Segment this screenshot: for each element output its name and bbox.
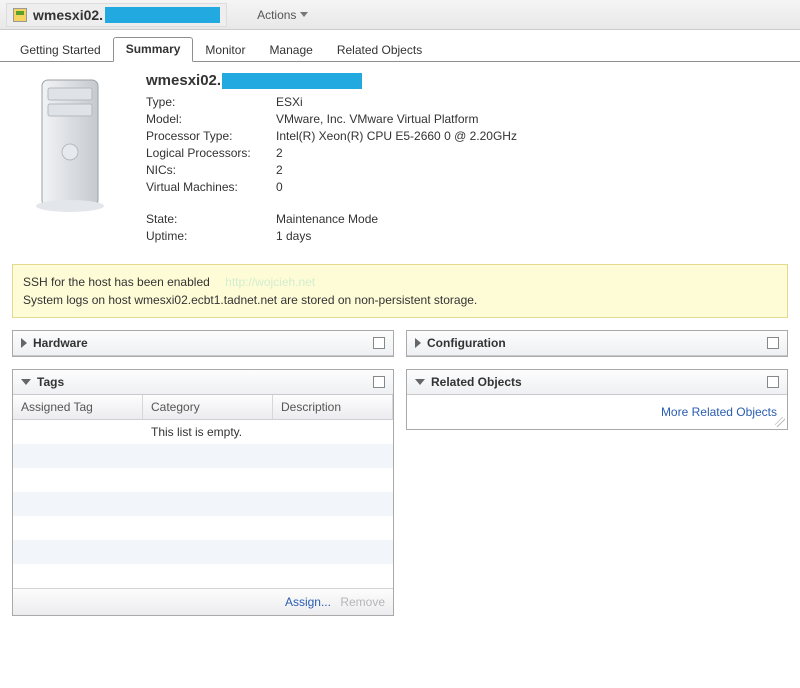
panel-hardware: Hardware <box>12 330 394 357</box>
resize-grip-icon[interactable] <box>775 417 785 427</box>
maximize-icon[interactable] <box>373 376 385 388</box>
panel-hardware-header[interactable]: Hardware <box>13 331 393 356</box>
collapse-icon <box>415 379 425 385</box>
tabs-bar: Getting Started Summary Monitor Manage R… <box>0 32 800 62</box>
host-icon <box>13 8 27 22</box>
table-row <box>13 444 393 468</box>
left-column: Hardware Tags Assigned Tag Category Desc… <box>12 330 394 616</box>
table-row <box>13 540 393 564</box>
table-row <box>13 564 393 588</box>
table-row: This list is empty. <box>13 420 393 444</box>
tags-footer: Assign... Remove <box>13 588 393 615</box>
value-state: Maintenance Mode <box>276 212 378 226</box>
table-row <box>13 492 393 516</box>
tab-related-objects[interactable]: Related Objects <box>325 39 434 62</box>
value-vms: 0 <box>276 180 283 194</box>
col-category[interactable]: Category <box>143 395 273 419</box>
warning-line-1: SSH for the host has been enabled <box>23 275 210 289</box>
maximize-icon[interactable] <box>373 337 385 349</box>
watermark-text: http://wojcieh.net <box>225 275 315 289</box>
panel-tags-header[interactable]: Tags <box>13 370 393 395</box>
panel-related-objects-header[interactable]: Related Objects <box>407 370 787 395</box>
panel-hardware-title: Hardware <box>33 336 88 350</box>
related-objects-body: More Related Objects <box>407 395 787 429</box>
tags-empty-text: This list is empty. <box>143 425 273 439</box>
maximize-icon[interactable] <box>767 376 779 388</box>
collapse-icon <box>21 379 31 385</box>
panel-related-objects: Related Objects More Related Objects <box>406 369 788 430</box>
remove-link: Remove <box>340 595 385 609</box>
label-model: Model: <box>146 112 276 126</box>
host-title: wmesxi02. <box>6 3 227 27</box>
col-description[interactable]: Description <box>273 395 393 419</box>
warning-banner: SSH for the host has been enabled http:/… <box>12 264 788 318</box>
tags-header-row: Assigned Tag Category Description <box>13 395 393 420</box>
value-uptime: 1 days <box>276 229 311 243</box>
label-state: State: <box>146 212 276 226</box>
summary-content: wmesxi02. Type:ESXi Model:VMware, Inc. V… <box>0 62 800 260</box>
expand-icon <box>415 338 421 348</box>
title-bar: wmesxi02. Actions <box>0 0 800 30</box>
actions-label: Actions <box>257 8 296 22</box>
label-cpu: Processor Type: <box>146 129 276 143</box>
maximize-icon[interactable] <box>767 337 779 349</box>
panel-tags: Tags Assigned Tag Category Description T… <box>12 369 394 616</box>
panels-area: Hardware Tags Assigned Tag Category Desc… <box>0 322 800 628</box>
value-nics: 2 <box>276 163 283 177</box>
panel-configuration-header[interactable]: Configuration <box>407 331 787 356</box>
summary-host-heading: wmesxi02. <box>146 72 517 89</box>
more-related-objects-link[interactable]: More Related Objects <box>661 405 777 419</box>
tab-manage[interactable]: Manage <box>257 39 324 62</box>
redacted-hostname-2 <box>222 73 362 89</box>
panel-configuration-title: Configuration <box>427 336 506 350</box>
assign-link[interactable]: Assign... <box>285 595 331 609</box>
col-assigned-tag[interactable]: Assigned Tag <box>13 395 143 419</box>
host-name-text: wmesxi02. <box>33 7 103 23</box>
value-logical-processors: 2 <box>276 146 283 160</box>
panel-configuration: Configuration <box>406 330 788 357</box>
chevron-down-icon <box>300 12 308 17</box>
table-row <box>13 516 393 540</box>
server-image <box>24 74 116 246</box>
summary-properties: wmesxi02. Type:ESXi Model:VMware, Inc. V… <box>146 72 517 246</box>
table-row <box>13 468 393 492</box>
right-column: Configuration Related Objects More Relat… <box>406 330 788 616</box>
panel-related-objects-title: Related Objects <box>431 375 522 389</box>
warning-line-2: System logs on host wmesxi02.ecbt1.tadne… <box>23 291 777 309</box>
label-logical-processors: Logical Processors: <box>146 146 276 160</box>
value-cpu: Intel(R) Xeon(R) CPU E5-2660 0 @ 2.20GHz <box>276 129 517 143</box>
expand-icon <box>21 338 27 348</box>
label-type: Type: <box>146 95 276 109</box>
label-nics: NICs: <box>146 163 276 177</box>
tab-monitor[interactable]: Monitor <box>193 39 257 62</box>
summary-host-name: wmesxi02. <box>146 72 221 89</box>
value-type: ESXi <box>276 95 303 109</box>
value-model: VMware, Inc. VMware Virtual Platform <box>276 112 479 126</box>
tab-summary[interactable]: Summary <box>113 37 194 62</box>
redacted-hostname <box>105 7 220 23</box>
panel-tags-title: Tags <box>37 375 64 389</box>
label-vms: Virtual Machines: <box>146 180 276 194</box>
label-uptime: Uptime: <box>146 229 276 243</box>
tab-getting-started[interactable]: Getting Started <box>8 39 113 62</box>
tags-body: Assigned Tag Category Description This l… <box>13 395 393 615</box>
tags-rows: This list is empty. <box>13 420 393 588</box>
actions-menu[interactable]: Actions <box>257 8 308 22</box>
